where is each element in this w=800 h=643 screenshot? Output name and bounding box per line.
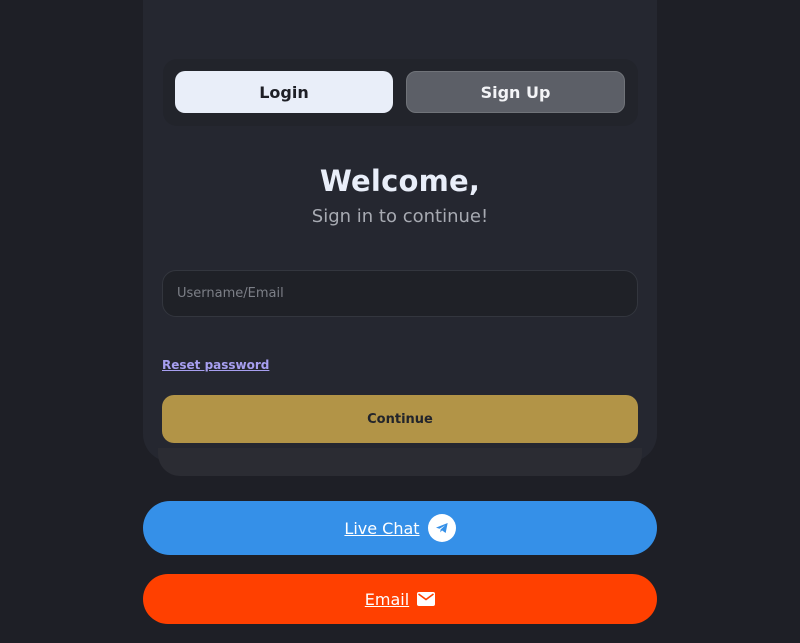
email-label: Email	[364, 589, 410, 609]
mail-icon	[417, 592, 436, 606]
telegram-icon	[427, 514, 456, 542]
username-field-wrapper	[162, 270, 638, 317]
reset-password-link[interactable]: Reset password	[162, 358, 269, 372]
tab-signup[interactable]: Sign Up	[406, 71, 625, 113]
page-subtitle: Sign in to continue!	[311, 206, 489, 227]
live-chat-button[interactable]: Live Chat	[143, 501, 657, 555]
card-bottom-edge	[158, 448, 642, 476]
email-button[interactable]: Email	[143, 574, 657, 624]
auth-tabs: Login Sign Up	[163, 59, 638, 126]
tab-login[interactable]: Login	[175, 71, 393, 113]
continue-button[interactable]: Continue	[162, 395, 638, 443]
live-chat-label: Live Chat	[344, 518, 420, 538]
username-email-input[interactable]	[163, 271, 637, 316]
page-title: Welcome,	[319, 164, 481, 198]
